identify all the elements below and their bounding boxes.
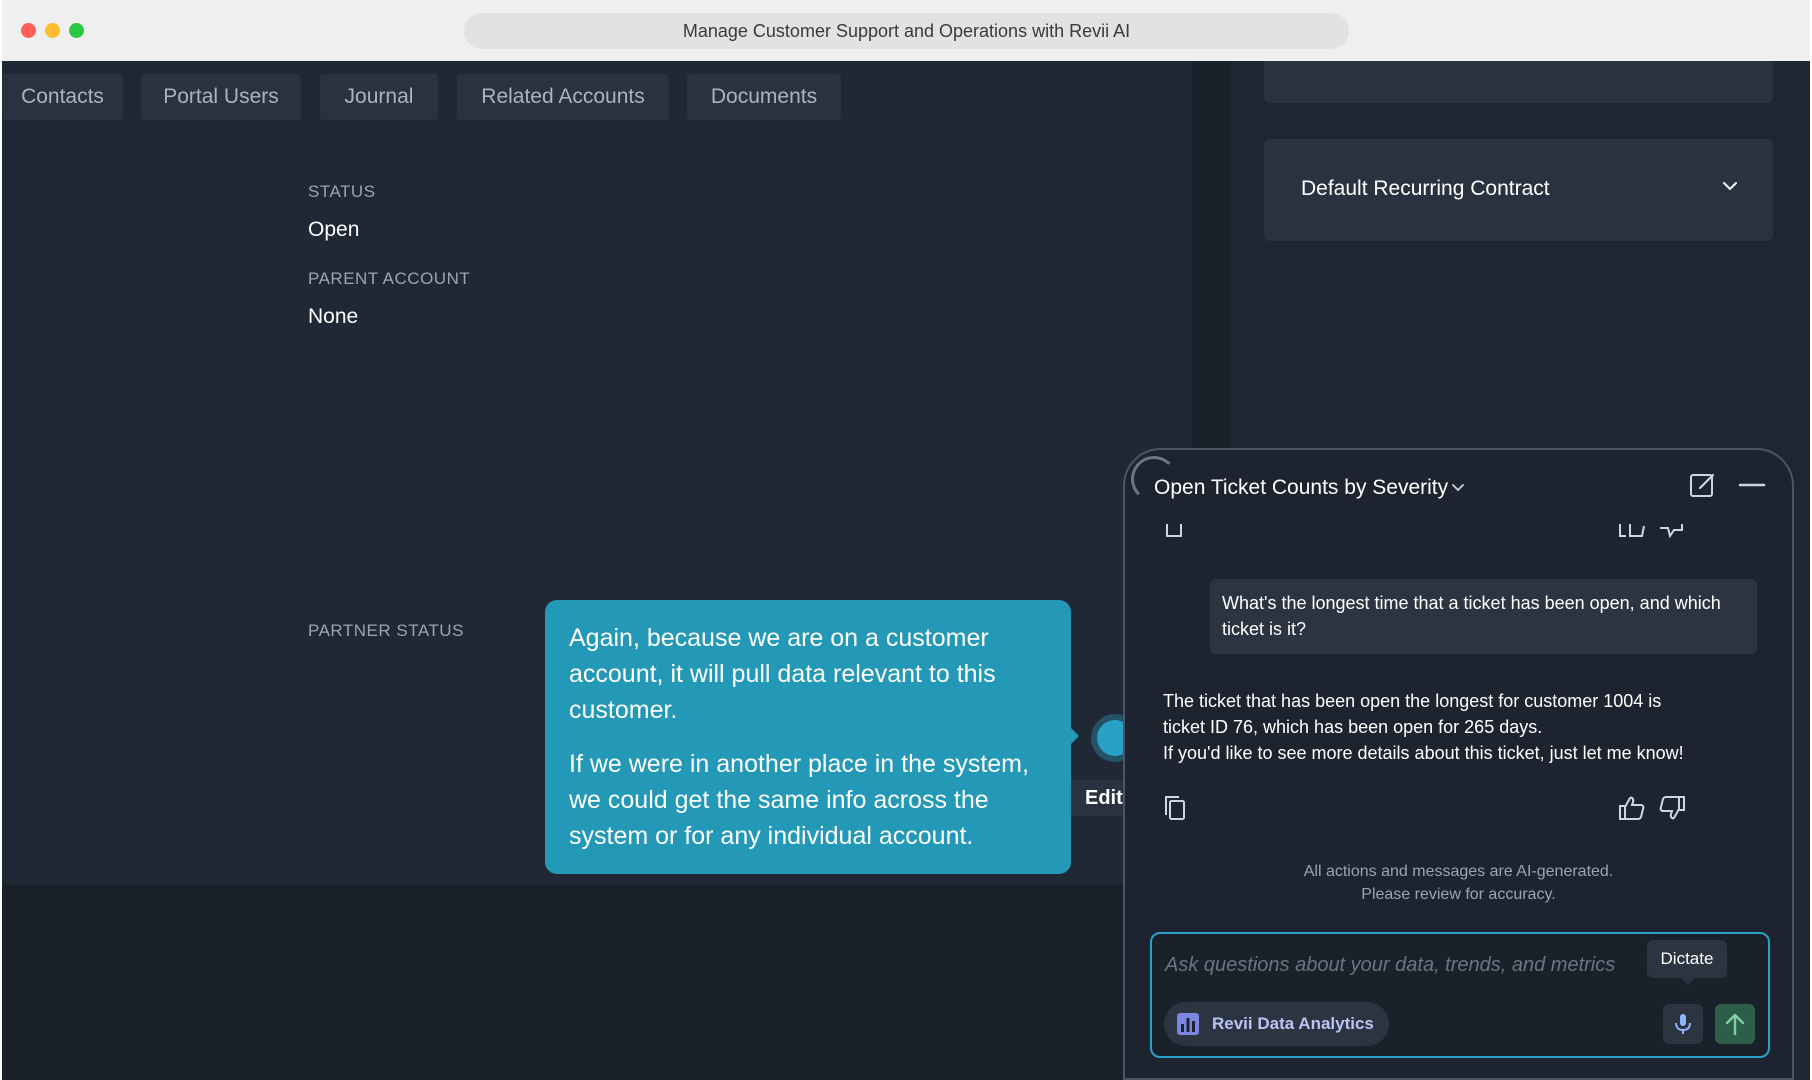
tab-documents[interactable]: Documents	[687, 74, 841, 120]
arrow-up-icon	[1725, 1013, 1745, 1036]
edit-button-label: Edit	[1085, 787, 1123, 809]
right-top-card	[1264, 61, 1773, 103]
thumbs-up-icon[interactable]	[1618, 524, 1646, 540]
copy-icon[interactable]	[1163, 795, 1187, 821]
thumbs-down-icon[interactable]	[1658, 795, 1686, 821]
chevron-down-icon	[1723, 182, 1737, 190]
disclaimer-line-1: All actions and messages are AI-generate…	[1303, 863, 1614, 880]
chat-title[interactable]: Open Ticket Counts by Severity	[1154, 476, 1448, 500]
thumbs-up-icon[interactable]	[1618, 795, 1646, 821]
new-chat-icon[interactable]	[1688, 470, 1718, 500]
lower-area	[2, 885, 1192, 1080]
copy-icon[interactable]	[1163, 524, 1187, 540]
dictate-button[interactable]	[1663, 1004, 1703, 1044]
chat-input-placeholder[interactable]: Ask questions about your data, trends, a…	[1165, 954, 1615, 977]
window-title: Manage Customer Support and Operations w…	[464, 13, 1349, 49]
user-message: What's the longest time that a ticket ha…	[1210, 579, 1757, 654]
status-label: STATUS	[308, 182, 376, 201]
tooltip-pointer	[1070, 727, 1079, 745]
tab-contacts[interactable]: Contacts	[2, 74, 123, 120]
tool-pill-label: Revii Data Analytics	[1212, 1014, 1374, 1033]
tooltip-paragraph-1: Again, because we are on a customer acco…	[569, 624, 996, 724]
parent-account-value: None	[308, 305, 359, 328]
parent-account-label: PARENT ACCOUNT	[308, 269, 471, 288]
disclaimer-line-2: Please review for accuracy.	[1361, 886, 1556, 903]
ai-message-line-2: If you'd like to see more details about …	[1163, 743, 1684, 763]
ai-disclaimer: All actions and messages are AI-generate…	[1125, 860, 1792, 906]
contract-card[interactable]: Default Recurring Contract	[1264, 139, 1773, 241]
dictate-tooltip: Dictate	[1647, 940, 1727, 985]
app-window: Manage Customer Support and Operations w…	[2, 0, 1810, 1080]
title-bar: Manage Customer Support and Operations w…	[2, 0, 1810, 62]
send-button[interactable]	[1715, 1004, 1755, 1044]
ai-chat-panel: Open Ticket Counts by Severity What's th…	[1123, 448, 1794, 1080]
minimize-chat-icon[interactable]	[1737, 470, 1767, 500]
microphone-icon	[1675, 1014, 1691, 1034]
minimize-window-button[interactable]	[45, 23, 60, 38]
ai-message: The ticket that has been open the longes…	[1163, 688, 1703, 766]
chevron-down-icon[interactable]	[1450, 480, 1466, 496]
tooltip-paragraph-2: If we were in another place in the syste…	[569, 750, 1029, 850]
tab-portal-users[interactable]: Portal Users	[141, 74, 301, 120]
data-analytics-tool-pill[interactable]: Revii Data Analytics	[1164, 1002, 1389, 1046]
tab-related-accounts[interactable]: Related Accounts	[457, 74, 669, 120]
contract-card-title: Default Recurring Contract	[1301, 177, 1550, 200]
status-value: Open	[308, 218, 360, 241]
partner-status-label: PARTNER STATUS	[308, 621, 464, 640]
maximize-window-button[interactable]	[69, 23, 84, 38]
close-window-button[interactable]	[21, 23, 36, 38]
ai-message-line-1: The ticket that has been open the longes…	[1163, 691, 1662, 737]
thumbs-down-icon[interactable]	[1658, 524, 1686, 540]
tab-journal[interactable]: Journal	[320, 74, 438, 120]
walkthrough-tooltip: Again, because we are on a customer acco…	[545, 600, 1071, 874]
bar-chart-icon	[1177, 1013, 1199, 1035]
edit-button[interactable]: Edit	[1064, 780, 1126, 816]
